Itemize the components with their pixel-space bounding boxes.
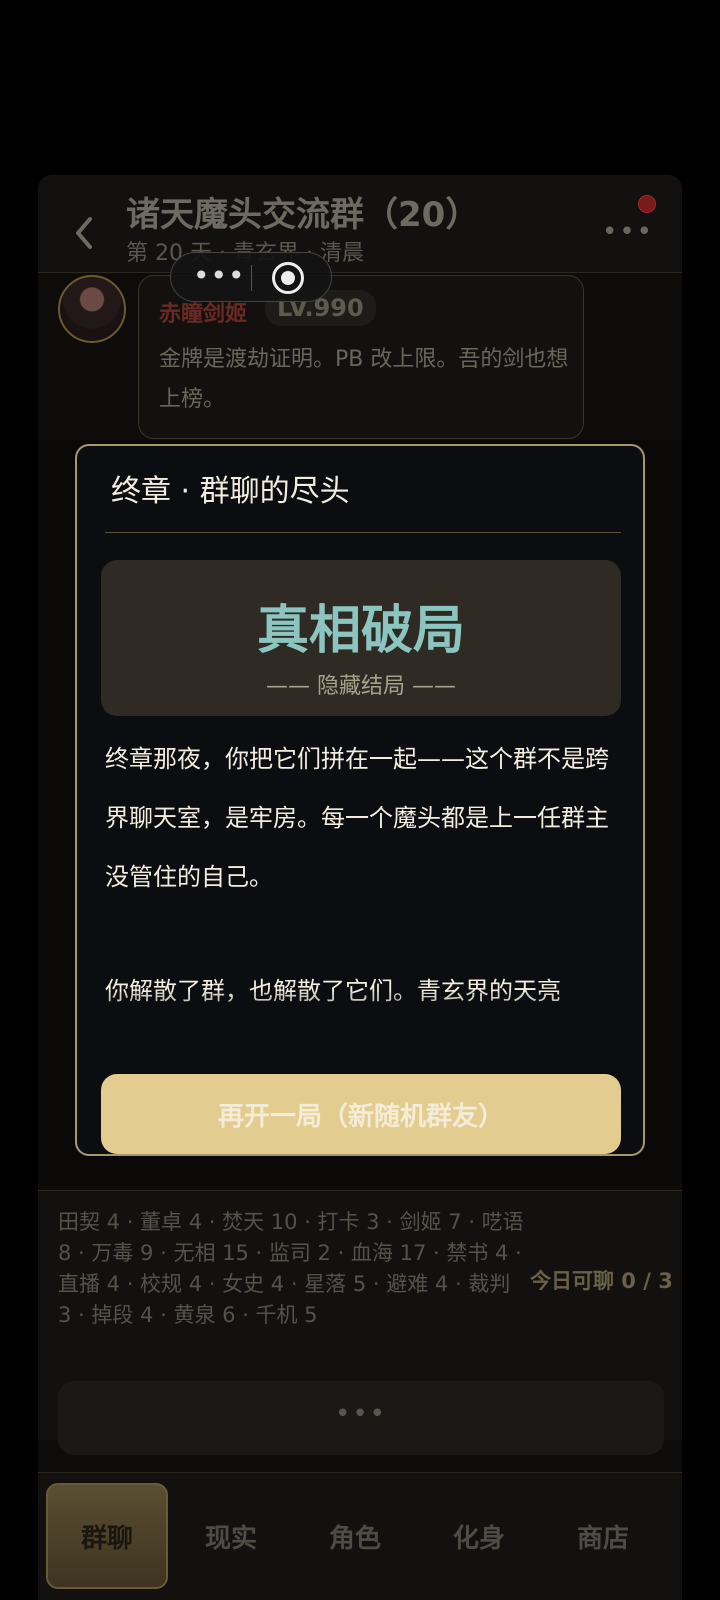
tab-avatar[interactable]: 化身 <box>418 1483 540 1589</box>
roster-list: 田契 4 · 董卓 4 · 焚天 10 · 打卡 3 · 剑姬 7 · 呓语 8… <box>58 1210 524 1327</box>
tab-character[interactable]: 角色 <box>294 1483 416 1589</box>
chat-header: 诸天魔头交流群（20） 第 20 天 · 青玄界 · 清晨 ••• <box>38 175 682 273</box>
ending-story: 终章那夜，你把它们拼在一起——这个群不是跨界聊天室，是牢房。每一个魔头都是上一任… <box>105 730 625 1021</box>
tab-group-chat[interactable]: 群聊 <box>46 1483 168 1589</box>
tab-bar: 群聊 现实 角色 化身 商店 <box>38 1472 682 1600</box>
group-title: 诸天魔头交流群（20） <box>126 195 480 235</box>
divider <box>105 532 621 533</box>
capsule-menu-icon[interactable]: ••• <box>193 259 246 292</box>
back-button[interactable] <box>70 213 98 253</box>
avatar[interactable] <box>58 275 126 343</box>
restart-button[interactable]: 再开一局（新随机群友） <box>101 1074 621 1154</box>
scroll-fade <box>77 992 643 1082</box>
input-box[interactable]: ••• <box>58 1381 664 1455</box>
typing-dots-icon: ••• <box>334 1399 387 1429</box>
ending-card: 真相破局 —— 隐藏结局 —— <box>101 560 621 716</box>
tab-reality[interactable]: 现实 <box>170 1483 292 1589</box>
today-chat-count: 今日可聊 0 / 3 <box>530 1269 673 1293</box>
capsule-divider <box>251 265 252 291</box>
ending-tag: —— 隐藏结局 —— <box>266 674 456 699</box>
ending-name: 真相破局 <box>256 601 465 661</box>
modal-title: 终章 · 群聊的尽头 <box>111 474 350 509</box>
ending-modal: 终章 · 群聊的尽头 真相破局 —— 隐藏结局 —— 终章那夜，你把它们拼在一起… <box>75 444 645 1156</box>
mini-program-capsule: ••• <box>170 252 332 302</box>
more-icon[interactable]: ••• <box>602 217 654 247</box>
message-text: 金牌是渡劫证明。PB 改上限。吾的剑也想上榜。 <box>159 347 569 412</box>
notification-dot <box>638 195 656 213</box>
story-paragraph: 终章那夜，你把它们拼在一起——这个群不是跨界聊天室，是牢房。每一个魔头都是上一任… <box>105 745 609 891</box>
chevron-left-icon <box>76 217 92 249</box>
capsule-close-icon[interactable] <box>272 262 304 294</box>
roster-panel: 田契 4 · 董卓 4 · 焚天 10 · 打卡 3 · 剑姬 7 · 呓语 8… <box>38 1190 682 1455</box>
tab-shop[interactable]: 商店 <box>542 1483 664 1589</box>
